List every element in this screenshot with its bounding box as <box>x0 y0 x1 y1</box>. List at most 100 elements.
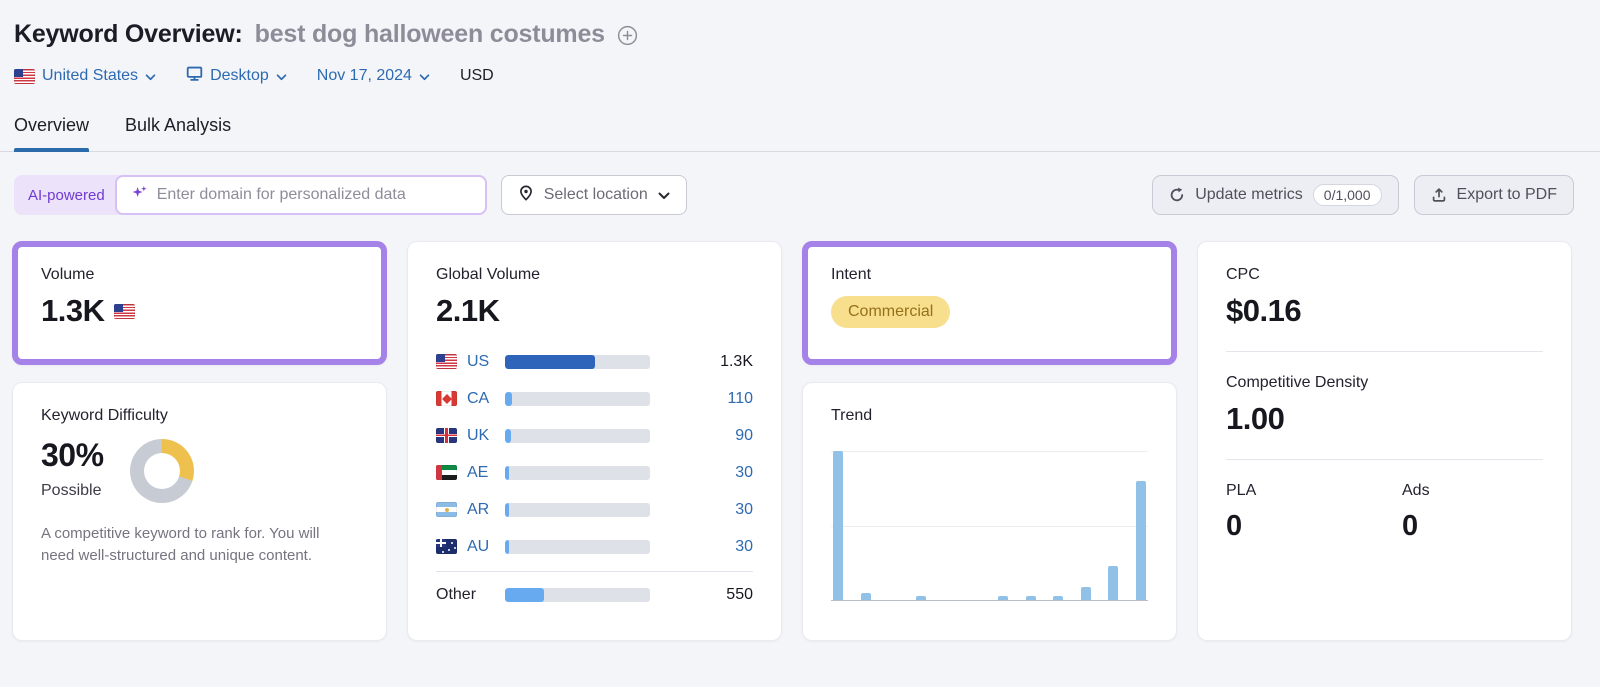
kd-percent: 30% <box>41 437 104 474</box>
us-flag-icon <box>436 354 457 369</box>
column-cpc: CPC $0.16 Competitive Density 1.00 PLA 0… <box>1197 241 1572 641</box>
country-volume-bar-fill <box>505 540 509 554</box>
location-pin-icon <box>518 185 534 206</box>
chevron-down-icon <box>419 68 430 86</box>
update-metrics-button[interactable]: Update metrics 0/1,000 <box>1152 175 1398 215</box>
column-intent: Intent Commercial Trend <box>802 241 1177 641</box>
global-volume-card: Global Volume 2.1K US1.3KCA110UK90AE30AR… <box>407 241 782 641</box>
country-volume-bar <box>505 392 650 406</box>
export-pdf-label: Export to PDF <box>1457 186 1557 204</box>
country-volume-value: 1.3K <box>720 353 753 371</box>
chevron-down-icon <box>145 68 156 86</box>
ae-flag-icon <box>436 465 457 480</box>
add-keyword-icon[interactable] <box>617 25 638 46</box>
country-volume-value[interactable]: 30 <box>735 464 753 482</box>
page-keyword: best dog halloween costumes <box>255 20 605 49</box>
export-pdf-button[interactable]: Export to PDF <box>1414 175 1574 215</box>
global-volume-row: CA 110 <box>436 380 753 417</box>
cpc-card: CPC $0.16 Competitive Density 1.00 PLA 0… <box>1197 241 1572 641</box>
intent-badge: Commercial <box>831 296 950 328</box>
country-code-link[interactable]: UK <box>467 427 495 445</box>
chevron-down-icon <box>276 68 287 86</box>
update-quota-badge: 0/1,000 <box>1313 184 1382 206</box>
header: Keyword Overview: best dog halloween cos… <box>0 0 1600 87</box>
chevron-down-icon <box>658 187 670 205</box>
uk-flag-icon <box>436 428 457 443</box>
trend-bar <box>1053 596 1063 600</box>
country-volume-bar <box>505 466 650 480</box>
au-flag-icon <box>436 539 457 554</box>
country-volume-value[interactable]: 110 <box>727 390 753 408</box>
global-volume-row: AU 30 <box>436 528 753 565</box>
ar-flag-icon <box>436 502 457 517</box>
trend-card: Trend <box>802 382 1177 641</box>
global-volume-row: UK 90 <box>436 417 753 454</box>
kd-level: Possible <box>41 482 104 500</box>
volume-title: Volume <box>41 266 358 284</box>
trend-title: Trend <box>831 407 1148 425</box>
domain-input[interactable] <box>157 186 471 204</box>
country-volume-bar-fill <box>505 355 595 369</box>
title-row: Keyword Overview: best dog halloween cos… <box>14 20 1574 49</box>
divider <box>436 571 753 572</box>
divider <box>1226 351 1543 352</box>
country-volume-value[interactable]: 30 <box>735 538 753 556</box>
domain-input-wrap <box>115 175 487 215</box>
intent-title: Intent <box>831 266 1148 284</box>
global-volume-row: US 1.3K <box>436 343 753 380</box>
country-volume-bar <box>505 503 650 517</box>
tab-bulk-analysis[interactable]: Bulk Analysis <box>125 115 231 151</box>
us-flag-icon <box>114 304 135 319</box>
country-volume-bar-fill <box>505 503 509 517</box>
keyword-difficulty-card: Keyword Difficulty 30% Possible A compet… <box>12 382 387 641</box>
competitive-density-title: Competitive Density <box>1226 374 1543 392</box>
export-icon <box>1431 187 1447 203</box>
country-volume-bar <box>505 540 650 554</box>
trend-bar <box>1136 481 1146 600</box>
country-code-link[interactable]: AE <box>467 464 495 482</box>
country-code-link[interactable]: AR <box>467 501 495 519</box>
ads-title: Ads <box>1402 482 1543 500</box>
kd-description: A competitive keyword to rank for. You w… <box>41 523 346 567</box>
pla-title: PLA <box>1226 482 1402 500</box>
country-code-link[interactable]: US <box>467 353 495 371</box>
intent-card: Intent Commercial <box>802 241 1177 365</box>
trend-bar <box>998 596 1008 600</box>
refresh-icon <box>1169 187 1185 203</box>
country-code-link[interactable]: AU <box>467 538 495 556</box>
country-volume-bar-fill <box>505 429 511 443</box>
column-global-volume: Global Volume 2.1K US1.3KCA110UK90AE30AR… <box>407 241 782 641</box>
tab-overview[interactable]: Overview <box>14 115 89 151</box>
us-flag-icon <box>14 69 35 84</box>
keyword-overview-page: Keyword Overview: best dog halloween cos… <box>0 0 1600 687</box>
toolbar-left: AI-powered Select location <box>14 175 687 215</box>
country-filter[interactable]: United States <box>14 66 156 86</box>
volume-card: Volume 1.3K <box>12 241 387 365</box>
global-volume-row: AR 30 <box>436 491 753 528</box>
page-title: Keyword Overview: <box>14 20 243 49</box>
device-filter[interactable]: Desktop <box>186 65 287 87</box>
other-bar <box>505 588 650 602</box>
country-volume-bar <box>505 429 650 443</box>
trend-bars <box>831 451 1148 600</box>
ads-value: 0 <box>1402 510 1543 543</box>
competitive-density-value: 1.00 <box>1226 401 1543 437</box>
country-volume-value[interactable]: 90 <box>735 427 753 445</box>
date-filter-label: Nov 17, 2024 <box>317 67 412 85</box>
trend-chart <box>831 451 1148 601</box>
global-volume-value: 2.1K <box>436 293 753 329</box>
ai-powered-badge: AI-powered <box>14 175 121 215</box>
toolbar-right: Update metrics 0/1,000 Export to PDF <box>1152 175 1574 215</box>
select-location-dropdown[interactable]: Select location <box>501 175 687 215</box>
trend-bar <box>1108 566 1118 600</box>
country-volume-bar-fill <box>505 466 509 480</box>
country-volume-value[interactable]: 30 <box>735 501 753 519</box>
pla-ads-row: PLA 0 Ads 0 <box>1226 482 1543 543</box>
global-volume-other-row: Other 550 <box>436 576 753 613</box>
country-code-link[interactable]: CA <box>467 390 495 408</box>
trend-bar <box>861 593 871 600</box>
country-filter-label: United States <box>42 67 138 85</box>
metric-cards: Volume 1.3K Keyword Difficulty 30% Possi… <box>0 241 1600 641</box>
ai-input-group: AI-powered <box>14 175 487 215</box>
date-filter[interactable]: Nov 17, 2024 <box>317 66 430 86</box>
